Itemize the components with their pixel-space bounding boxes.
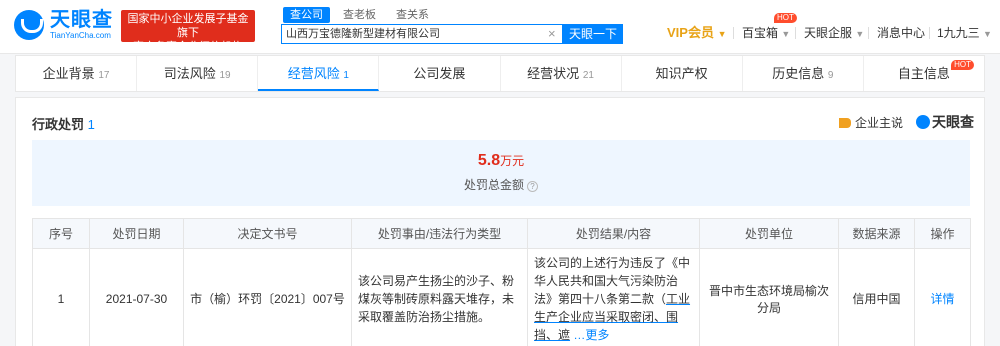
cell-source: 信用中国 xyxy=(838,248,915,346)
tab-label: 历史信息 xyxy=(772,66,825,81)
company-say-label: 企业主说 xyxy=(855,116,904,130)
search-button[interactable]: 天眼一下 xyxy=(563,24,623,44)
divider xyxy=(733,27,734,39)
search-input[interactable]: 山西万宝德隆新型建材有限公司 xyxy=(281,24,563,44)
official-banner[interactable]: 国家中小企业发展子基金旗下 官方备案企业征信机构 xyxy=(121,10,255,53)
logo-eye-icon xyxy=(916,115,930,129)
col-doc-no: 决定文书号 xyxy=(183,218,352,249)
amount-unit: 万元 xyxy=(500,154,525,168)
hot-badge: HOT xyxy=(951,60,974,70)
divider xyxy=(868,27,869,39)
chevron-down-icon: ▼ xyxy=(717,29,727,39)
watermark-text: 天眼查 xyxy=(932,114,974,130)
tab-count: 9 xyxy=(827,70,834,81)
vip-label: VIP会员 xyxy=(667,25,714,40)
penalty-summary: 5.8万元 处罚总金额? xyxy=(32,140,970,206)
chevron-down-icon: ▼ xyxy=(983,29,992,39)
tab-label: 知识产权 xyxy=(655,66,708,81)
chevron-down-icon: ▼ xyxy=(855,29,865,39)
amount-label-text: 处罚总金额 xyxy=(463,178,524,192)
divider xyxy=(929,27,930,39)
col-result: 处罚结果/内容 xyxy=(527,218,700,249)
vip-menu[interactable]: VIP会员 ▼ xyxy=(667,25,727,42)
section-count: 1 xyxy=(87,117,95,132)
tab-operation-risk[interactable]: 经营风险 1 xyxy=(258,56,380,91)
user-name: 1九九三 xyxy=(937,26,980,40)
baobao-menu[interactable]: 百宝箱 ▼ HOT xyxy=(742,13,797,42)
cell-date: 2021-07-30 xyxy=(89,248,184,346)
amount-label: 处罚总金额? xyxy=(32,176,970,193)
tab-background[interactable]: 企业背景 17 xyxy=(16,56,138,91)
search-tab-boss[interactable]: 查老板 xyxy=(336,7,383,23)
tab-count: 19 xyxy=(219,70,231,81)
watermark-logo: 天眼查 xyxy=(916,112,974,132)
logo-eye-icon xyxy=(14,10,44,40)
penalty-panel: 行政处罚 1 企业主说 天眼查 5.8万元 处罚总金额? 序号 处罚日期 决定文… xyxy=(15,97,985,346)
tab-operation-status[interactable]: 经营状况 21 xyxy=(501,56,622,91)
top-bar: 天眼查 TianYanCha.com 国家中小企业发展子基金旗下 官方备案企业征… xyxy=(0,0,1000,54)
detail-link[interactable]: 详情 xyxy=(914,248,971,346)
help-icon[interactable]: ? xyxy=(527,181,538,192)
logo-domain: TianYanCha.com xyxy=(50,31,111,40)
baobao-label: 百宝箱 xyxy=(742,26,779,40)
section-title-text: 行政处罚 xyxy=(32,117,85,132)
search-tab-relation[interactable]: 查关系 xyxy=(389,7,436,23)
col-index: 序号 xyxy=(32,218,90,249)
more-link[interactable]: …更多 xyxy=(573,328,609,342)
hot-badge: HOT xyxy=(774,13,797,23)
cell-index: 1 xyxy=(32,248,90,346)
cell-unit: 晋中市生态环境局榆次分局 xyxy=(699,248,839,346)
penalty-table: 序号 处罚日期 决定文书号 处罚事由/违法行为类型 处罚结果/内容 处罚单位 数… xyxy=(32,218,971,346)
banner-line-2: 官方备案企业征信机构 xyxy=(133,41,243,53)
tab-count: 21 xyxy=(582,70,594,81)
message-center[interactable]: 消息中心 xyxy=(877,25,925,41)
amount-value: 5.8 xyxy=(477,152,501,169)
tab-label: 经营状况 xyxy=(527,66,580,81)
table-row: 1 2021-07-30 市（榆）环罚〔2021〕007号 该公司易产生扬尘的沙… xyxy=(32,248,971,346)
tab-count: 17 xyxy=(98,70,110,81)
tab-label: 自主信息 xyxy=(897,66,950,81)
logo[interactable]: 天眼查 TianYanCha.com xyxy=(14,9,113,41)
col-source: 数据来源 xyxy=(838,218,915,249)
qiban-label: 天眼企服 xyxy=(804,26,853,40)
search-tab-company[interactable]: 查公司 xyxy=(283,7,330,23)
col-date: 处罚日期 xyxy=(89,218,184,249)
col-reason: 处罚事由/违法行为类型 xyxy=(351,218,528,249)
company-say-link[interactable]: 企业主说 xyxy=(839,114,903,131)
chevron-down-icon: ▼ xyxy=(781,29,791,39)
table-header-row: 序号 处罚日期 决定文书号 处罚事由/违法行为类型 处罚结果/内容 处罚单位 数… xyxy=(32,218,971,249)
user-menu[interactable]: 1九九三 ▼ xyxy=(937,25,992,42)
divider xyxy=(795,27,796,39)
tab-history[interactable]: 历史信息 9 xyxy=(743,56,864,91)
col-action: 操作 xyxy=(914,218,971,249)
tab-development[interactable]: 公司发展 xyxy=(379,56,501,91)
banner-line-1: 国家中小企业发展子基金旗下 xyxy=(127,13,249,39)
tab-ip[interactable]: 知识产权 xyxy=(622,56,743,91)
tab-count: 1 xyxy=(343,70,349,81)
search-type-tabs: 查公司 查老板 查关系 xyxy=(283,7,442,23)
tab-self-info[interactable]: 自主信息 HOT xyxy=(864,56,984,91)
col-unit: 处罚单位 xyxy=(699,218,839,249)
penalty-amount: 5.8万元 xyxy=(32,152,970,170)
cell-result: 该公司的上述行为违反了《中华人民共和国大气污染防治法》第四十八条第二款（工业生产… xyxy=(527,248,700,346)
qiban-menu[interactable]: 天眼企服 ▼ xyxy=(804,25,864,42)
category-tabs: 企业背景 17 司法风险 19 经营风险 1 公司发展 经营状况 21 知识产权… xyxy=(15,55,985,92)
tab-label: 经营风险 xyxy=(287,66,340,81)
megaphone-icon xyxy=(839,118,851,128)
tab-label: 企业背景 xyxy=(42,66,95,81)
tab-judicial-risk[interactable]: 司法风险 19 xyxy=(137,56,259,91)
cell-reason: 该公司易产生扬尘的沙子、粉煤灰等制砖原料露天堆存，未采取覆盖防治扬尘措施。 xyxy=(351,248,528,346)
section-title: 行政处罚 1 xyxy=(32,114,95,133)
logo-text: 天眼查 xyxy=(50,9,113,31)
tab-label: 公司发展 xyxy=(413,66,466,81)
tab-label: 司法风险 xyxy=(163,66,216,81)
cell-doc-no: 市（榆）环罚〔2021〕007号 xyxy=(183,248,352,346)
clear-icon[interactable]: × xyxy=(548,27,556,41)
